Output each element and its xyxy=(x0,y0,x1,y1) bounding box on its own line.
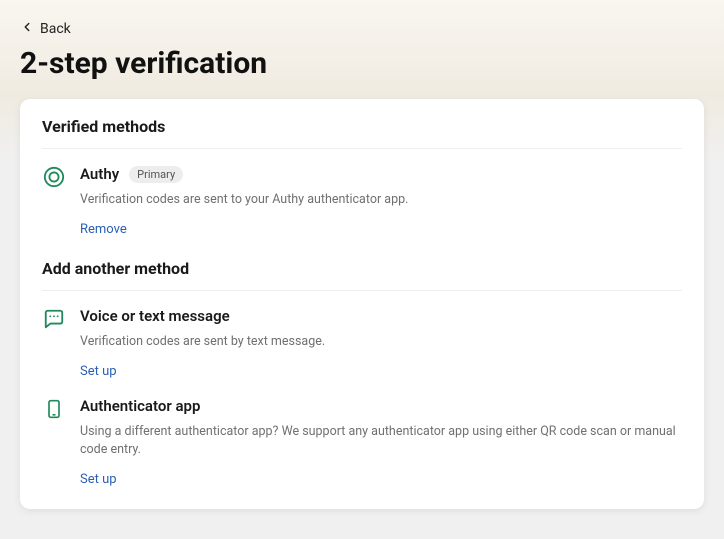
method-row-sms: Voice or text message Verification codes… xyxy=(42,307,682,379)
method-title: Voice or text message xyxy=(80,307,230,325)
method-description: Verification codes are sent to your Auth… xyxy=(80,191,682,210)
primary-badge: Primary xyxy=(129,166,183,183)
method-title-line: Authy Primary xyxy=(80,165,682,183)
verification-card: Verified methods Authy Primary Verificat… xyxy=(20,99,704,509)
page-title: 2-step verification xyxy=(20,46,704,81)
method-body: Authy Primary Verification codes are sen… xyxy=(80,165,682,237)
back-button[interactable]: Back xyxy=(20,16,71,42)
method-title-line: Voice or text message xyxy=(80,307,682,325)
verified-methods-header: Verified methods xyxy=(42,117,682,149)
message-icon xyxy=(42,307,66,331)
method-row-authapp: Authenticator app Using a different auth… xyxy=(42,397,682,488)
phone-icon xyxy=(42,397,66,421)
method-row-authy: Authy Primary Verification codes are sen… xyxy=(42,165,682,237)
method-title-line: Authenticator app xyxy=(80,397,682,415)
method-title: Authy xyxy=(80,165,119,183)
setup-sms-link[interactable]: Set up xyxy=(80,364,117,379)
method-description: Verification codes are sent by text mess… xyxy=(80,333,682,352)
remove-link[interactable]: Remove xyxy=(80,222,127,237)
method-body: Authenticator app Using a different auth… xyxy=(80,397,682,488)
method-body: Voice or text message Verification codes… xyxy=(80,307,682,379)
chevron-left-icon xyxy=(20,20,34,38)
back-label: Back xyxy=(40,21,71,37)
method-description: Using a different authenticator app? We … xyxy=(80,423,682,461)
authy-icon xyxy=(42,165,66,189)
add-method-header: Add another method xyxy=(42,259,682,291)
page-container: Back 2-step verification Verified method… xyxy=(0,0,724,509)
method-title: Authenticator app xyxy=(80,397,200,415)
setup-authapp-link[interactable]: Set up xyxy=(80,472,117,487)
